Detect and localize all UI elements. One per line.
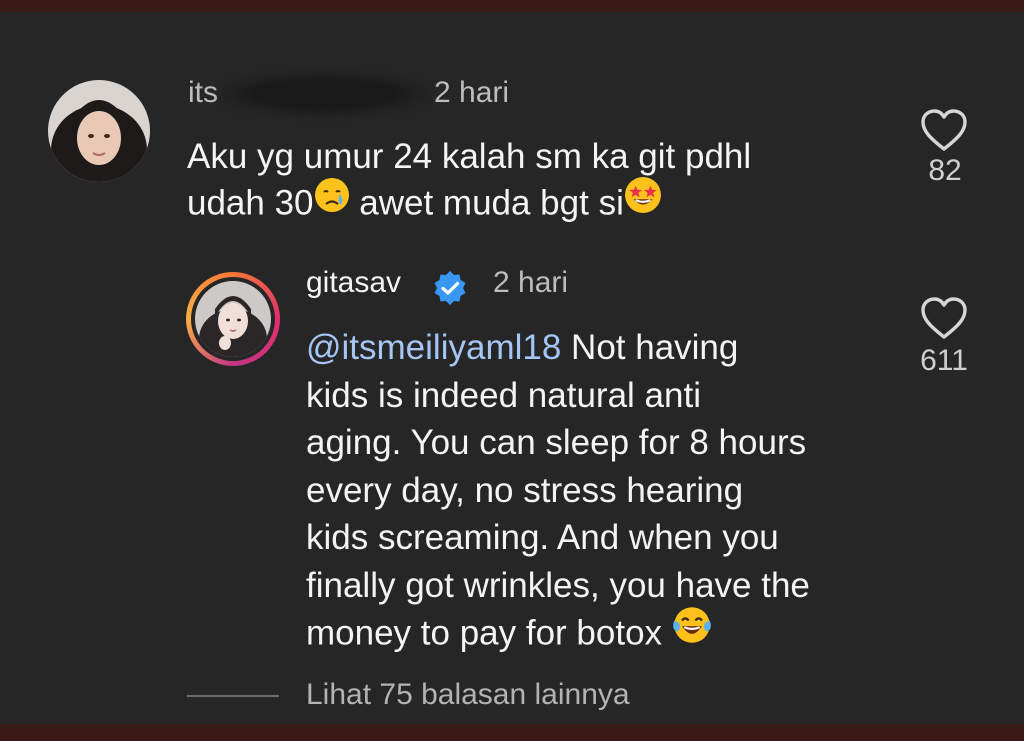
comment-text: Aku yg umur 24 kalah sm ka git pdhl udah… [187, 134, 867, 230]
comment-timestamp: 2 hari [434, 76, 510, 109]
replies-divider [187, 695, 279, 697]
reply-line-1: @itsmeiliyaml18 Not having [306, 324, 906, 372]
reply-line-4: every day, no stress hearing [306, 470, 744, 510]
reply-line-3: aging. You can sleep for 8 hours [306, 423, 807, 462]
star-struck-emoji-icon [624, 176, 662, 226]
crying-face-emoji-icon [314, 177, 350, 225]
redacted-username-blur [218, 72, 430, 116]
reply-line-7-text: money to pay for botox [306, 613, 672, 653]
reply-line-7: money to pay for botox [306, 607, 906, 662]
reply-line-2: kids is indeed natural anti [306, 375, 701, 415]
commenter-username[interactable]: its [188, 76, 218, 110]
reply-like-count: 611 [920, 344, 968, 377]
mention-link[interactable]: @itsmeiliyaml18 [306, 328, 561, 367]
reply-timestamp: 2 hari [493, 266, 569, 299]
comment-line-1: Aku yg umur 24 kalah sm ka git pdhl [187, 137, 752, 176]
reply-like-heart-icon[interactable] [920, 296, 968, 340]
reply-text: @itsmeiliyaml18 Not having kids is indee… [306, 324, 906, 662]
reply-line-6: finally got wrinkles, you have the [306, 565, 810, 605]
comment-like-count: 82 [928, 154, 962, 187]
replier-avatar[interactable] [186, 272, 280, 366]
replier-username[interactable]: gitasav [306, 266, 401, 300]
reply-line-1-text: Not having [561, 328, 739, 367]
tears-of-joy-emoji-icon [672, 605, 712, 658]
reply-line-5: kids screaming. And when you [306, 518, 779, 557]
view-more-replies-link[interactable]: Lihat 75 balasan lainnya [306, 678, 630, 712]
commenter-avatar[interactable] [48, 80, 150, 182]
verified-badge-icon [434, 271, 466, 305]
comment-thread: its 2 hari Aku yg umur 24 kalah sm ka gi… [0, 12, 1024, 724]
comment-line-2a: udah 30 [187, 183, 314, 223]
comment-line-2b: awet muda bgt si [349, 183, 624, 223]
like-heart-icon[interactable] [920, 108, 968, 152]
